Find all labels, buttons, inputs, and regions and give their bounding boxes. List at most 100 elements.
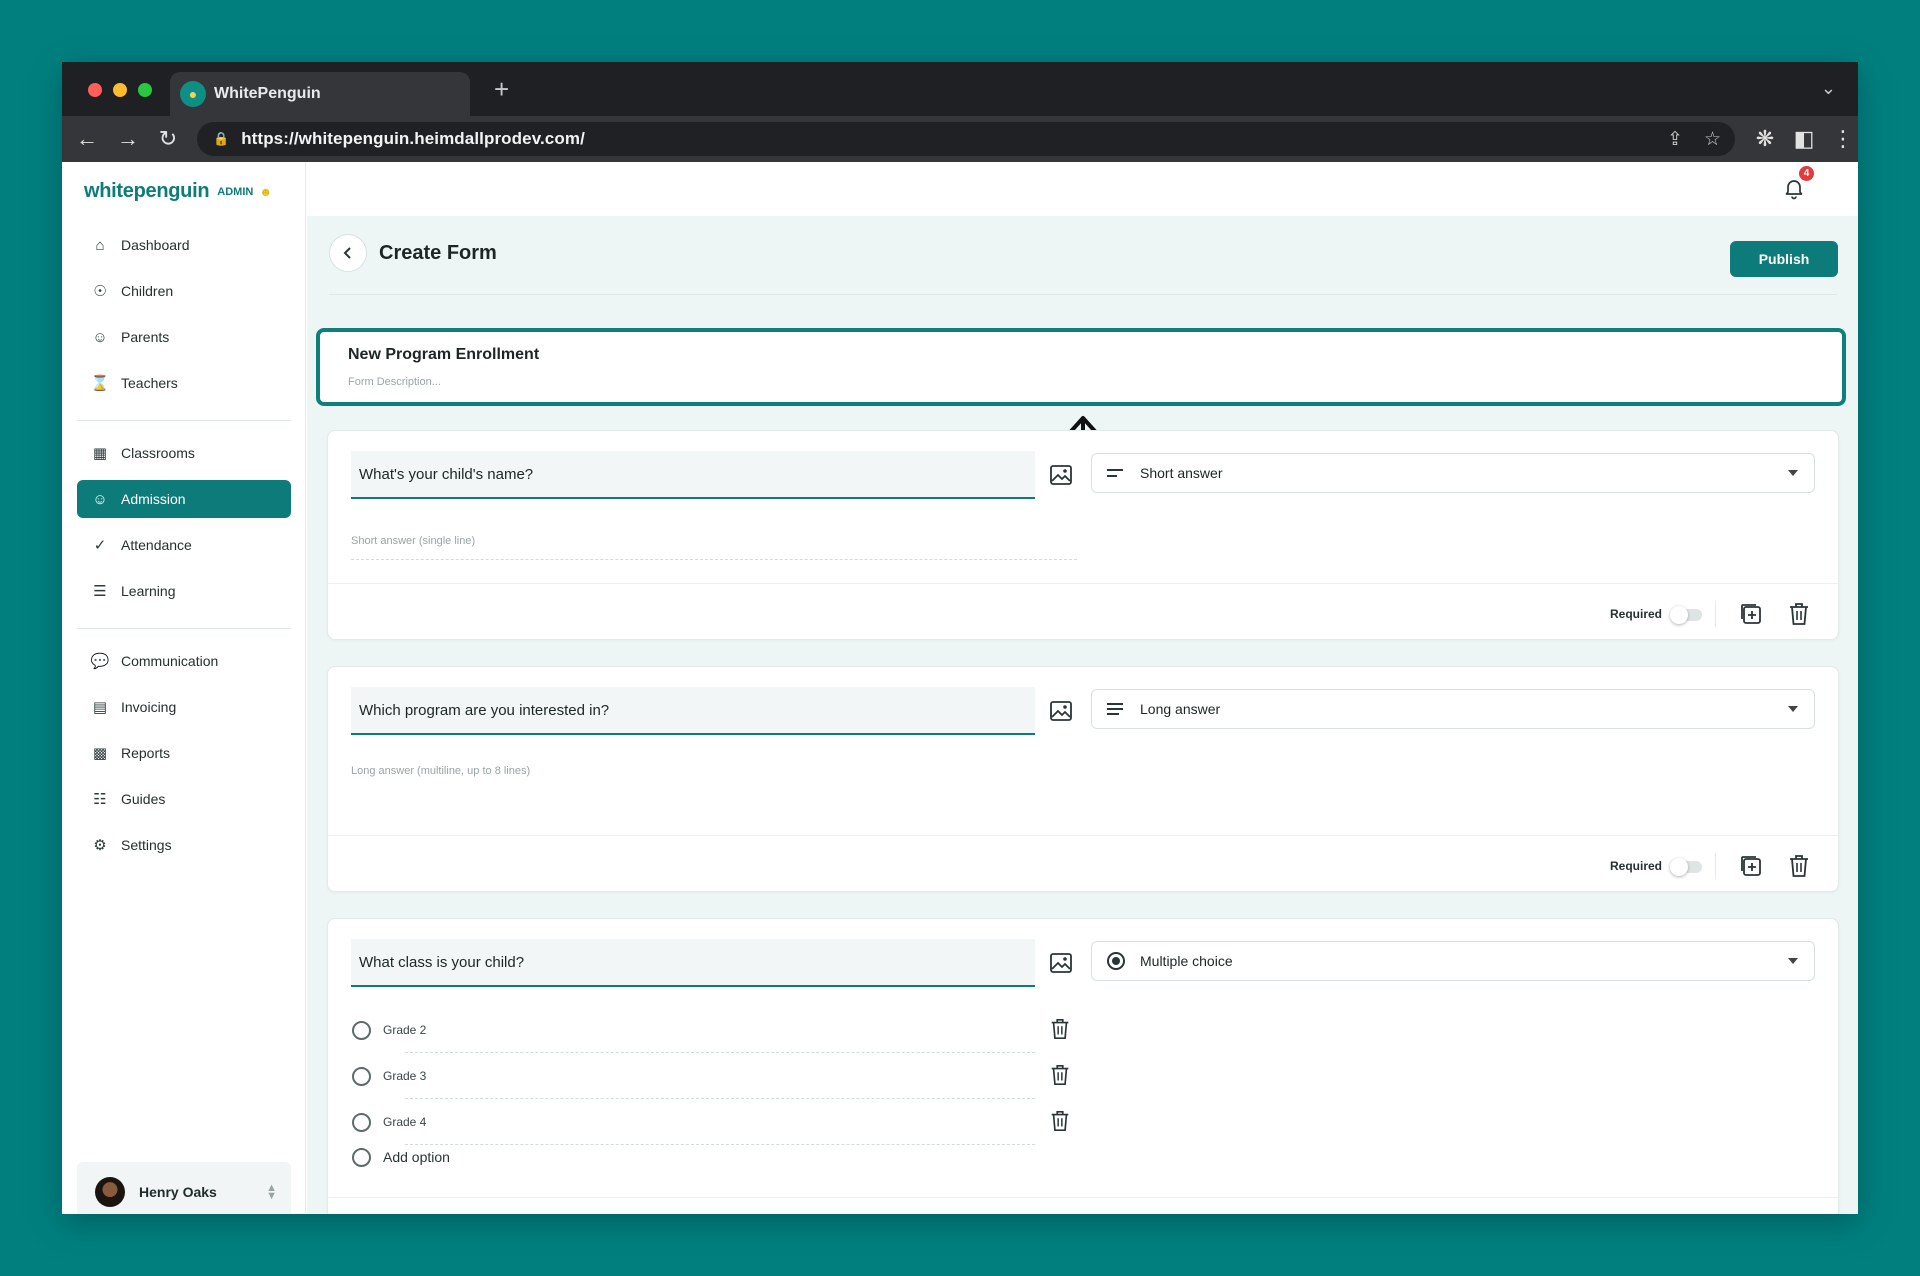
sidebar-item-reports[interactable]: ▩ Reports: [77, 734, 291, 772]
trash-icon[interactable]: [1786, 601, 1812, 627]
image-icon[interactable]: [1048, 950, 1074, 976]
sidebar-divider: [77, 420, 291, 421]
sidebar-item-learning[interactable]: ☰ Learning: [77, 572, 291, 610]
back-button[interactable]: [329, 234, 367, 272]
required-label: Required: [1609, 607, 1662, 621]
sidebar-item-dashboard[interactable]: ⌂ Dashboard: [77, 226, 291, 264]
tab-strip: ● WhitePenguin + ⌄: [62, 62, 1858, 116]
answer-line: [351, 559, 1077, 560]
logo-text: whitepenguin: [84, 180, 210, 202]
image-icon[interactable]: [1048, 462, 1074, 488]
minimize-window-button[interactable]: [113, 83, 127, 97]
sidebar-item-label: Reports: [121, 745, 171, 761]
user-name: Henry Oaks: [139, 1184, 217, 1200]
users-icon: ☺: [92, 328, 108, 346]
reload-icon[interactable]: ↻: [153, 124, 183, 154]
radio-circle-icon: [352, 1147, 371, 1167]
sidebar-item-invoicing[interactable]: ▤ Invoicing: [77, 688, 291, 726]
side-panel-icon[interactable]: ◧: [1789, 124, 1819, 154]
sidebar-item-label: Attendance: [121, 537, 192, 553]
sidebar-item-children[interactable]: ☉ Children: [77, 272, 291, 310]
question-input[interactable]: What class is your child?: [351, 939, 1035, 987]
browser-tab[interactable]: ● WhitePenguin: [170, 72, 470, 116]
url-text: https://whitepenguin.heimdallprodev.com/: [241, 129, 585, 148]
duplicate-icon[interactable]: [1738, 853, 1764, 879]
publish-button[interactable]: Publish: [1730, 241, 1838, 277]
notification-badge: 4: [1799, 166, 1814, 181]
sidebar-item-teachers[interactable]: ⌛ Teachers: [77, 364, 291, 402]
answer-hint: Long answer (multiline, up to 8 lines): [351, 765, 531, 777]
form-description-input[interactable]: Form Description...: [348, 376, 1814, 388]
option-row: Grade 3: [351, 1053, 1035, 1099]
browser-menu-icon[interactable]: ⋮: [1828, 124, 1858, 154]
sidebar-item-classrooms[interactable]: ▦ Classrooms: [77, 434, 291, 472]
option-label[interactable]: Grade 2: [383, 1023, 426, 1037]
close-window-button[interactable]: [88, 83, 102, 97]
sidebar-item-label: Classrooms: [121, 445, 195, 461]
bookmark-star-icon[interactable]: ☆: [1704, 128, 1721, 151]
sidebar-item-label: Communication: [121, 653, 219, 669]
question-type-label: Short answer: [1140, 465, 1223, 481]
browser-window: ● WhitePenguin + ⌄ ← → ↻ 🔒 https://white…: [62, 62, 1858, 1214]
sidebar-divider: [77, 628, 291, 629]
add-option-button[interactable]: Add option: [383, 1149, 450, 1165]
image-icon[interactable]: [1048, 698, 1074, 724]
question-card: What class is your child? Multiple choic…: [327, 918, 1839, 1214]
question-type-label: Multiple choice: [1140, 953, 1233, 969]
back-arrow-icon[interactable]: ←: [72, 124, 102, 154]
question-type-select[interactable]: Short answer: [1091, 453, 1815, 493]
sidebar-item-attendance[interactable]: ✓ Attendance: [77, 526, 291, 564]
trash-icon[interactable]: [1048, 1063, 1072, 1087]
sidebar-item-settings[interactable]: ⚙ Settings: [77, 826, 291, 864]
sidebar-item-communication[interactable]: 💬 Communication: [77, 642, 291, 680]
grid-icon: ▦: [92, 445, 108, 462]
card-footer-divider: [328, 1197, 1838, 1198]
new-tab-button[interactable]: +: [494, 74, 509, 105]
option-label[interactable]: Grade 4: [383, 1115, 426, 1129]
trash-icon[interactable]: [1786, 853, 1812, 879]
option-row: Grade 2: [351, 1007, 1035, 1053]
form-title-card[interactable]: New Program Enrollment Form Description.…: [316, 328, 1846, 406]
question-input[interactable]: Which program are you interested in?: [351, 687, 1035, 735]
trash-icon[interactable]: [1048, 1109, 1072, 1133]
option-label[interactable]: Grade 3: [383, 1069, 426, 1083]
question-input[interactable]: What's your child's name?: [351, 451, 1035, 499]
long-text-icon: [1106, 702, 1126, 716]
card-footer-divider: [328, 835, 1838, 836]
avatar: [95, 1177, 125, 1207]
tab-search-chevron-icon[interactable]: ⌄: [1821, 78, 1836, 99]
extensions-puzzle-icon[interactable]: ❋: [1750, 124, 1780, 154]
add-option-row[interactable]: Add option: [351, 1139, 1035, 1175]
toggle-knob: [1670, 858, 1688, 876]
page-title: Create Form: [379, 241, 497, 264]
maximize-window-button[interactable]: [138, 83, 152, 97]
form-title-input[interactable]: New Program Enrollment: [348, 346, 1814, 364]
forward-arrow-icon[interactable]: →: [113, 124, 143, 154]
gear-icon: ⚙: [93, 837, 107, 854]
question-type-select[interactable]: Long answer: [1091, 689, 1815, 729]
share-icon[interactable]: ⇪: [1667, 128, 1683, 151]
card-footer-divider: [328, 583, 1838, 584]
trash-icon[interactable]: [1048, 1017, 1072, 1041]
required-toggle[interactable]: [1670, 606, 1702, 624]
address-bar[interactable]: 🔒 https://whitepenguin.heimdallprodev.co…: [197, 122, 1735, 156]
answer-hint: Short answer (single line): [351, 535, 476, 547]
chevron-up-down-icon: ▲ ▼: [266, 1182, 277, 1202]
chat-icon: 💬: [90, 653, 110, 670]
lock-icon: 🔒: [213, 131, 230, 146]
chevron-left-icon: [343, 247, 351, 259]
sidebar-item-admission[interactable]: ☺ Admission: [77, 480, 291, 518]
required-toggle[interactable]: [1670, 858, 1702, 876]
invoice-icon: ▤: [92, 699, 108, 716]
sidebar-item-label: Children: [121, 283, 174, 299]
question-card: What's your child's name? Short answer S…: [327, 430, 1839, 640]
user-menu[interactable]: Henry Oaks ▲ ▼: [77, 1162, 291, 1214]
check-icon: ✓: [93, 537, 107, 554]
sidebar-item-parents[interactable]: ☺ Parents: [77, 318, 291, 356]
question-type-select[interactable]: Multiple choice: [1091, 941, 1815, 981]
sidebar-item-guides[interactable]: ☷ Guides: [77, 780, 291, 818]
chevron-down-icon: [1788, 706, 1798, 712]
duplicate-icon[interactable]: [1738, 601, 1764, 627]
app-logo[interactable]: whitepenguin ADMIN ☻: [84, 180, 272, 203]
admin-person-icon: ☻: [259, 184, 272, 199]
